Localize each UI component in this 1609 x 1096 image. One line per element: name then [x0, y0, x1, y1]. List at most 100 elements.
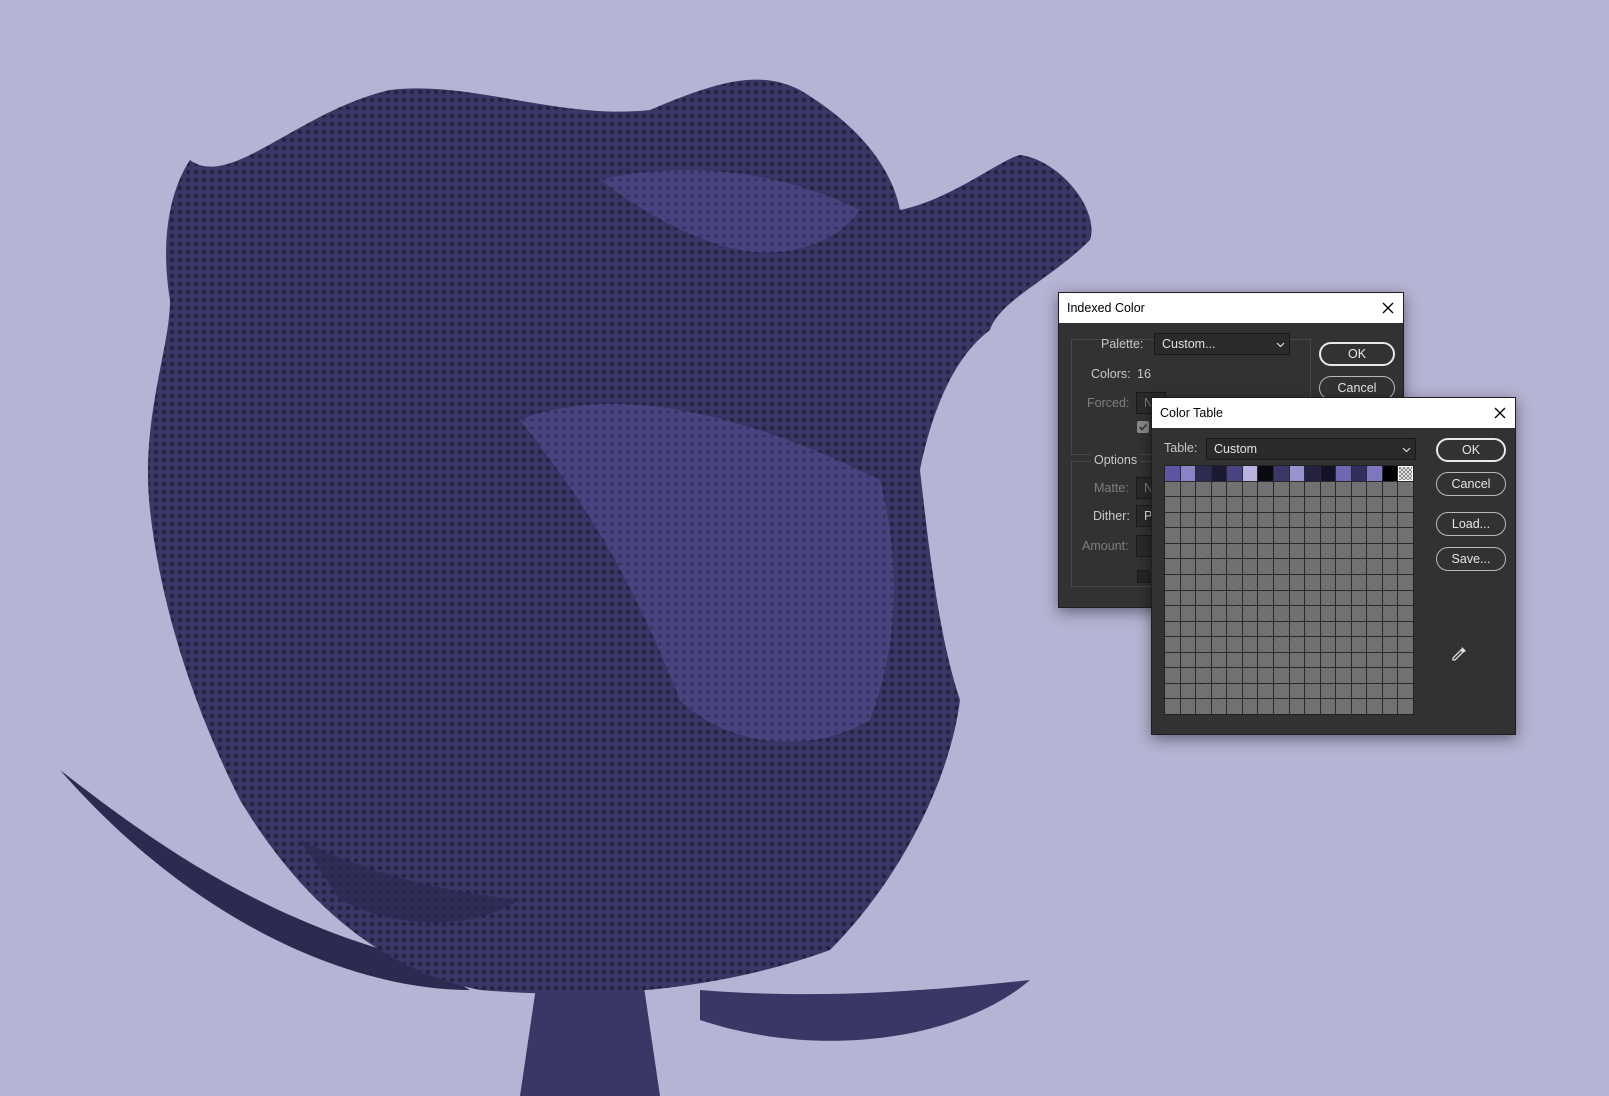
empty-swatch[interactable] [1273, 637, 1289, 652]
empty-swatch[interactable] [1336, 668, 1351, 683]
empty-swatch[interactable] [1351, 590, 1367, 606]
empty-swatch[interactable] [1242, 481, 1258, 497]
empty-swatch[interactable] [1196, 683, 1211, 699]
empty-swatch[interactable] [1320, 590, 1336, 606]
empty-swatch[interactable] [1305, 699, 1320, 714]
empty-swatch[interactable] [1367, 683, 1382, 699]
empty-swatch[interactable] [1305, 481, 1320, 497]
empty-swatch[interactable] [1258, 528, 1273, 543]
empty-swatch[interactable] [1398, 481, 1413, 497]
empty-swatch[interactable] [1258, 621, 1273, 637]
color-swatch[interactable] [1258, 466, 1273, 481]
empty-swatch[interactable] [1165, 606, 1180, 621]
empty-swatch[interactable] [1336, 543, 1351, 559]
empty-swatch[interactable] [1227, 574, 1242, 590]
empty-swatch[interactable] [1242, 668, 1258, 683]
empty-swatch[interactable] [1382, 559, 1398, 574]
empty-swatch[interactable] [1180, 652, 1196, 668]
empty-swatch[interactable] [1165, 481, 1180, 497]
empty-swatch[interactable] [1351, 637, 1367, 652]
transparent-swatch[interactable] [1398, 466, 1413, 481]
empty-swatch[interactable] [1351, 574, 1367, 590]
empty-swatch[interactable] [1289, 574, 1305, 590]
empty-swatch[interactable] [1320, 574, 1336, 590]
empty-swatch[interactable] [1382, 497, 1398, 512]
color-swatch[interactable] [1211, 466, 1227, 481]
empty-swatch[interactable] [1351, 512, 1367, 528]
empty-swatch[interactable] [1242, 543, 1258, 559]
empty-swatch[interactable] [1351, 528, 1367, 543]
empty-swatch[interactable] [1242, 699, 1258, 714]
empty-swatch[interactable] [1398, 699, 1413, 714]
empty-swatch[interactable] [1242, 497, 1258, 512]
empty-swatch[interactable] [1289, 621, 1305, 637]
empty-swatch[interactable] [1258, 668, 1273, 683]
empty-swatch[interactable] [1305, 559, 1320, 574]
empty-swatch[interactable] [1367, 668, 1382, 683]
empty-swatch[interactable] [1382, 652, 1398, 668]
empty-swatch[interactable] [1258, 559, 1273, 574]
empty-swatch[interactable] [1258, 606, 1273, 621]
preserve-exact-checkbox[interactable] [1137, 570, 1150, 583]
empty-swatch[interactable] [1273, 699, 1289, 714]
empty-swatch[interactable] [1351, 559, 1367, 574]
empty-swatch[interactable] [1367, 574, 1382, 590]
empty-swatch[interactable] [1180, 621, 1196, 637]
empty-swatch[interactable] [1211, 621, 1227, 637]
empty-swatch[interactable] [1305, 621, 1320, 637]
ok-button[interactable]: OK [1319, 342, 1395, 366]
empty-swatch[interactable] [1258, 574, 1273, 590]
color-swatch[interactable] [1227, 466, 1242, 481]
empty-swatch[interactable] [1320, 559, 1336, 574]
empty-swatch[interactable] [1289, 652, 1305, 668]
color-swatch[interactable] [1289, 466, 1305, 481]
color-swatch[interactable] [1196, 466, 1211, 481]
empty-swatch[interactable] [1165, 512, 1180, 528]
empty-swatch[interactable] [1242, 528, 1258, 543]
empty-swatch[interactable] [1180, 512, 1196, 528]
empty-swatch[interactable] [1273, 481, 1289, 497]
empty-swatch[interactable] [1211, 590, 1227, 606]
color-swatch[interactable] [1320, 466, 1336, 481]
empty-swatch[interactable] [1289, 637, 1305, 652]
empty-swatch[interactable] [1367, 543, 1382, 559]
color-swatch[interactable] [1305, 466, 1320, 481]
empty-swatch[interactable] [1398, 652, 1413, 668]
empty-swatch[interactable] [1211, 497, 1227, 512]
empty-swatch[interactable] [1258, 699, 1273, 714]
color-swatch[interactable] [1382, 466, 1398, 481]
ok-button[interactable]: OK [1436, 438, 1506, 462]
empty-swatch[interactable] [1211, 543, 1227, 559]
empty-swatch[interactable] [1351, 668, 1367, 683]
transparency-checkbox[interactable] [1137, 421, 1149, 433]
empty-swatch[interactable] [1165, 590, 1180, 606]
empty-swatch[interactable] [1227, 543, 1242, 559]
empty-swatch[interactable] [1305, 497, 1320, 512]
empty-swatch[interactable] [1367, 590, 1382, 606]
empty-swatch[interactable] [1180, 590, 1196, 606]
empty-swatch[interactable] [1367, 606, 1382, 621]
empty-swatch[interactable] [1165, 621, 1180, 637]
empty-swatch[interactable] [1336, 652, 1351, 668]
empty-swatch[interactable] [1227, 652, 1242, 668]
empty-swatch[interactable] [1398, 543, 1413, 559]
empty-swatch[interactable] [1382, 528, 1398, 543]
empty-swatch[interactable] [1320, 652, 1336, 668]
empty-swatch[interactable] [1382, 668, 1398, 683]
empty-swatch[interactable] [1382, 512, 1398, 528]
empty-swatch[interactable] [1289, 668, 1305, 683]
empty-swatch[interactable] [1351, 683, 1367, 699]
empty-swatch[interactable] [1196, 528, 1211, 543]
empty-swatch[interactable] [1367, 497, 1382, 512]
empty-swatch[interactable] [1196, 559, 1211, 574]
empty-swatch[interactable] [1367, 699, 1382, 714]
empty-swatch[interactable] [1180, 497, 1196, 512]
empty-swatch[interactable] [1196, 574, 1211, 590]
empty-swatch[interactable] [1180, 574, 1196, 590]
empty-swatch[interactable] [1211, 528, 1227, 543]
empty-swatch[interactable] [1382, 683, 1398, 699]
empty-swatch[interactable] [1336, 683, 1351, 699]
empty-swatch[interactable] [1258, 497, 1273, 512]
empty-swatch[interactable] [1196, 512, 1211, 528]
empty-swatch[interactable] [1196, 481, 1211, 497]
